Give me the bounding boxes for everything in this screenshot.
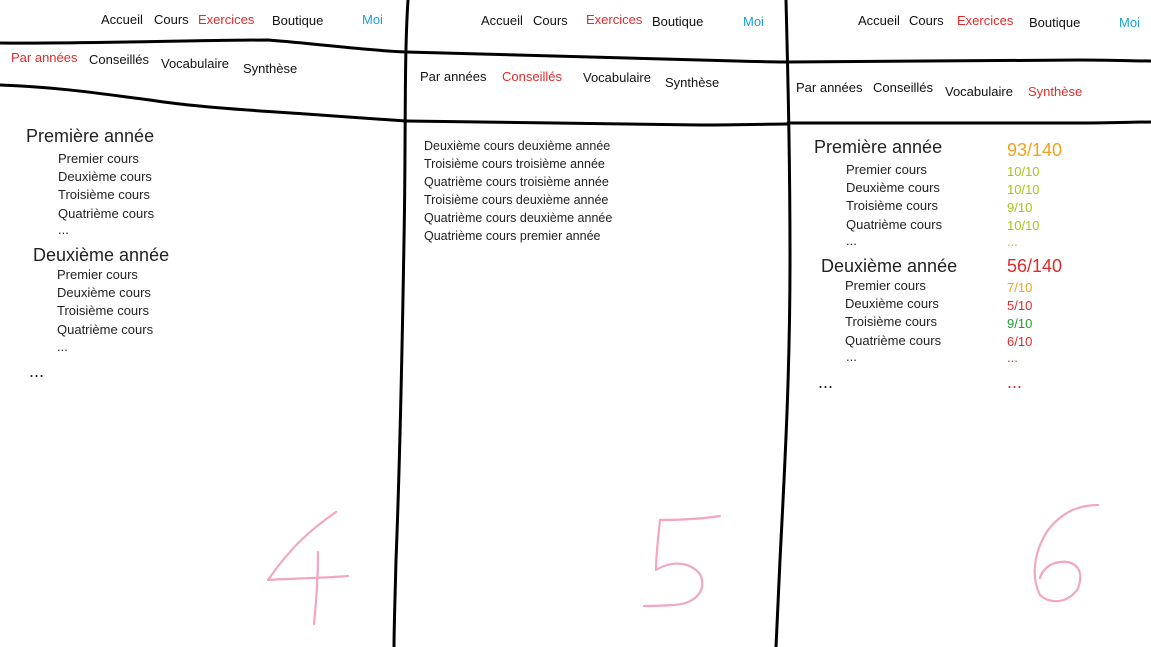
- tab-par-annees[interactable]: Par années: [11, 50, 78, 65]
- course-item[interactable]: Premier cours: [57, 267, 138, 282]
- course-item[interactable]: Quatrième cours: [57, 322, 153, 337]
- tab-synthese[interactable]: Synthèse: [665, 75, 719, 90]
- tab-conseilles[interactable]: Conseillés: [873, 80, 933, 95]
- more-scores: ...: [1007, 234, 1018, 249]
- more-years: ...: [818, 372, 834, 392]
- tab-synthese[interactable]: Synthèse: [243, 61, 297, 76]
- course-score: 9/10: [1007, 316, 1033, 331]
- recommended-course[interactable]: Quatrième cours premier année: [424, 229, 600, 243]
- tab-vocabulaire[interactable]: Vocabulaire: [583, 70, 651, 85]
- nav-accueil[interactable]: Accueil: [858, 13, 900, 28]
- tab-par-annees[interactable]: Par années: [420, 69, 487, 84]
- more-courses: ...: [58, 222, 69, 237]
- nav-boutique[interactable]: Boutique: [272, 13, 323, 28]
- panel-number-5-glyph: [642, 514, 722, 608]
- tab-vocabulaire[interactable]: Vocabulaire: [161, 56, 229, 71]
- course-item[interactable]: Troisième cours: [57, 303, 149, 318]
- panel-number-4-glyph: [266, 510, 350, 626]
- tab-conseilles[interactable]: Conseillés: [89, 52, 149, 67]
- course-item[interactable]: Quatrième cours: [58, 206, 154, 221]
- nav-exercices[interactable]: Exercices: [957, 13, 1013, 28]
- nav-accueil[interactable]: Accueil: [101, 12, 143, 27]
- tab-vocabulaire[interactable]: Vocabulaire: [945, 84, 1013, 99]
- course-item[interactable]: Quatrième cours: [845, 333, 941, 348]
- course-item[interactable]: Premier cours: [58, 151, 139, 166]
- recommended-course[interactable]: Quatrième cours deuxième année: [424, 211, 612, 225]
- recommended-course[interactable]: Deuxième cours deuxième année: [424, 139, 610, 153]
- nav-cours[interactable]: Cours: [909, 13, 944, 28]
- course-item[interactable]: Deuxième cours: [57, 285, 151, 300]
- course-item[interactable]: Premier cours: [846, 162, 927, 177]
- more-years: ...: [29, 361, 45, 381]
- nav-boutique[interactable]: Boutique: [652, 14, 703, 29]
- more-year-scores: ...: [1007, 372, 1023, 392]
- recommended-course[interactable]: Quatrième cours troisième année: [424, 175, 609, 189]
- course-score: 7/10: [1007, 280, 1033, 295]
- nav-cours[interactable]: Cours: [154, 12, 189, 27]
- more-courses: ...: [846, 349, 857, 364]
- course-score: 9/10: [1007, 200, 1033, 215]
- nav-moi[interactable]: Moi: [362, 12, 383, 27]
- tab-conseilles[interactable]: Conseillés: [502, 69, 562, 84]
- course-score: 10/10: [1007, 182, 1040, 197]
- course-item[interactable]: Quatrième cours: [846, 217, 942, 232]
- year-title[interactable]: Première année: [814, 137, 942, 158]
- course-score: 10/10: [1007, 164, 1040, 179]
- course-item[interactable]: Deuxième cours: [845, 296, 939, 311]
- tab-synthese[interactable]: Synthèse: [1028, 84, 1082, 99]
- course-item[interactable]: Troisième cours: [846, 198, 938, 213]
- course-item[interactable]: Troisième cours: [58, 187, 150, 202]
- course-item[interactable]: Deuxième cours: [846, 180, 940, 195]
- year-score: 93/140: [1007, 140, 1063, 160]
- tab-par-annees[interactable]: Par années: [796, 80, 863, 95]
- year-title[interactable]: Première année: [26, 126, 154, 147]
- more-scores: ...: [1007, 350, 1018, 365]
- nav-exercices[interactable]: Exercices: [586, 12, 642, 27]
- panel-number-6-glyph: [1033, 503, 1100, 603]
- year-score: 56/140: [1007, 256, 1063, 276]
- nav-exercices[interactable]: Exercices: [198, 12, 254, 27]
- nav-accueil[interactable]: Accueil: [481, 13, 523, 28]
- more-courses: ...: [57, 339, 68, 354]
- nav-moi[interactable]: Moi: [1119, 15, 1140, 30]
- course-item[interactable]: Troisième cours: [845, 314, 937, 329]
- nav-cours[interactable]: Cours: [533, 13, 568, 28]
- more-courses: ...: [846, 233, 857, 248]
- recommended-course[interactable]: Troisième cours troisième année: [424, 157, 605, 171]
- course-item[interactable]: Premier cours: [845, 278, 926, 293]
- course-score: 6/10: [1007, 334, 1033, 349]
- year-title[interactable]: Deuxième année: [821, 256, 957, 277]
- course-score: 5/10: [1007, 298, 1033, 313]
- nav-boutique[interactable]: Boutique: [1029, 15, 1080, 30]
- course-item[interactable]: Deuxième cours: [58, 169, 152, 184]
- recommended-course[interactable]: Troisième cours deuxième année: [424, 193, 608, 207]
- nav-moi[interactable]: Moi: [743, 14, 764, 29]
- course-score: 10/10: [1007, 218, 1040, 233]
- year-title[interactable]: Deuxième année: [33, 245, 169, 266]
